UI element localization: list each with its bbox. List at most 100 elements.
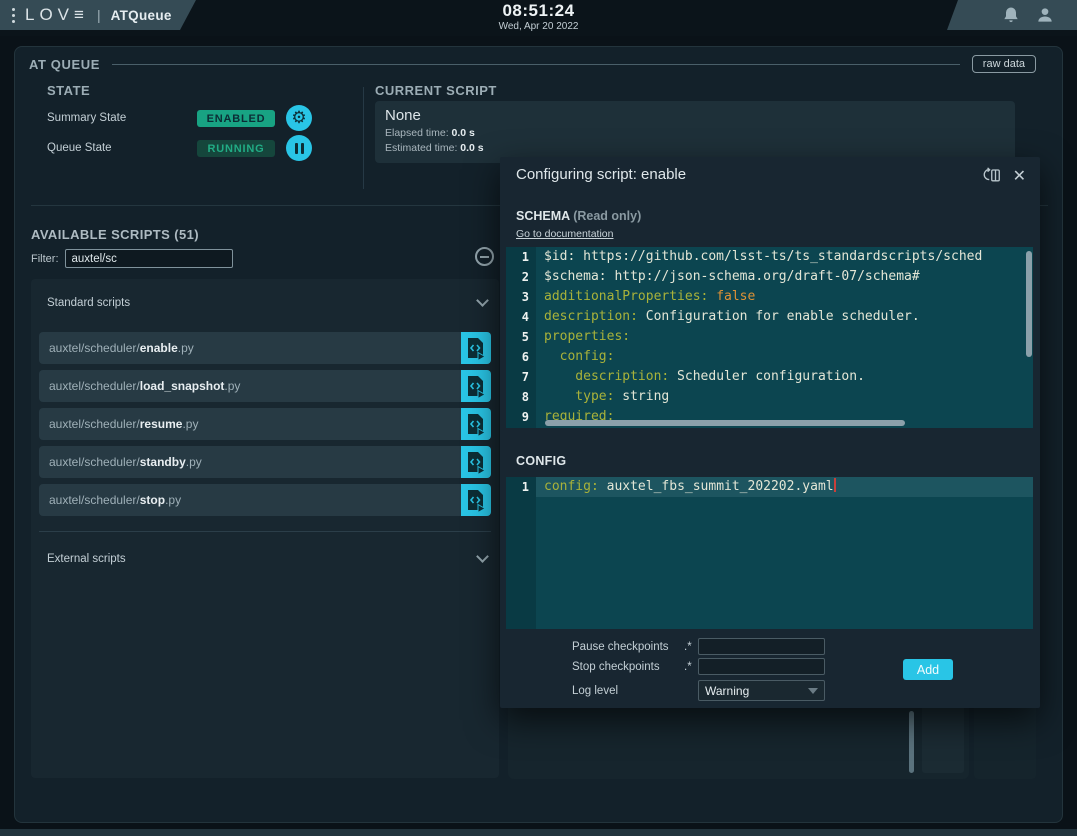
stop-checkpoints-row: Stop checkpoints .* [572,658,825,675]
log-level-select[interactable]: Warning [698,680,825,701]
elapsed-time-value: 0.0 s [452,127,475,139]
footer-bar [0,829,1077,836]
config-code-editor[interactable]: 1config: auxtel_fbs_summit_202202.yaml [506,477,1033,629]
script-path: auxtel/scheduler/standby.py [39,455,461,469]
panel-header: AT QUEUE raw data [29,53,1036,75]
schema-horizontal-scrollbar[interactable] [545,420,905,426]
summary-state-label: Summary State [47,112,126,124]
queue-scrollbar[interactable] [909,711,914,773]
standard-scripts-label: Standard scripts [47,297,130,309]
queue-state-badge: RUNNING [197,140,275,157]
script-path: auxtel/scheduler/load_snapshot.py [39,379,461,393]
queue-state-row: Queue State [47,142,112,154]
clock: 08:51:24 Wed, Apr 20 2022 [0,1,1077,32]
code-line: 1config: auxtel_fbs_summit_202202.yaml [506,477,1033,497]
filter-input[interactable] [65,249,233,268]
schema-heading: SCHEMA (Read only) [516,209,641,223]
elapsed-time-label: Elapsed time: [385,127,449,139]
script-path: auxtel/scheduler/stop.py [39,493,461,507]
current-script-box: None Elapsed time: 0.0 s Estimated time:… [375,101,1015,163]
log-level-row: Log level Warning [572,680,825,701]
script-row-standby: auxtel/scheduler/standby.py [39,446,491,478]
script-row-load-snapshot: auxtel/scheduler/load_snapshot.py [39,370,491,402]
schema-readonly-label: (Read only) [573,209,641,223]
script-path: auxtel/scheduler/enable.py [39,341,461,355]
schema-title: SCHEMA [516,209,570,223]
pause-checkpoints-input[interactable] [698,638,825,655]
code-line: 5properties: [506,327,1033,347]
stop-checkpoints-hint: .* [684,661,698,673]
bell-icon[interactable] [1001,5,1021,25]
launch-script-icon [465,374,487,398]
schema-code-editor[interactable]: 1$id: https://github.com/lsst-ts/ts_stan… [506,247,1033,428]
stop-checkpoints-label: Stop checkpoints [572,661,684,673]
code-line: 8 type: string [506,387,1033,407]
gear-icon: ⚙ [291,110,306,127]
pause-checkpoints-hint: .* [684,641,698,653]
available-scripts-title: AVAILABLE SCRIPTS (51) [31,227,199,242]
code-line: 6 config: [506,347,1033,367]
external-scripts-header[interactable]: External scripts [47,549,487,569]
chevron-down-icon [476,550,489,563]
close-icon[interactable]: ✕ [1013,166,1026,185]
chevron-down-icon [476,294,489,307]
user-icon[interactable] [1035,5,1055,25]
launch-script-button[interactable] [461,446,491,478]
launch-script-icon [465,412,487,436]
queue-background-strip [922,701,964,773]
current-script-name: None [385,107,1005,124]
estimated-time-label: Estimated time: [385,142,457,154]
launch-script-button[interactable] [461,484,491,516]
text-cursor [834,478,836,492]
standard-scripts-header[interactable]: Standard scripts [47,293,487,313]
code-line: 3additionalProperties: false [506,287,1033,307]
chevron-down-icon [808,688,818,694]
stop-checkpoints-input[interactable] [698,658,825,675]
dock-toggle-icon[interactable] [983,165,1003,185]
launch-script-button[interactable] [461,408,491,440]
filter-row: Filter: [31,249,233,268]
atqueue-screen: LOV≡ | ATQueue 08:51:24 Wed, Apr 20 2022… [0,0,1077,836]
pause-icon [295,143,304,154]
launch-script-icon [465,450,487,474]
current-script-title: CURRENT SCRIPT [375,83,497,98]
state-divider [363,87,364,189]
launch-script-icon [465,488,487,512]
code-line: 1$id: https://github.com/lsst-ts/ts_stan… [506,247,1033,267]
launch-script-icon [465,336,487,360]
schema-vertical-scrollbar[interactable] [1026,251,1032,357]
estimated-time-row: Estimated time: 0.0 s [385,142,1005,154]
external-scripts-label: External scripts [47,553,126,565]
launch-script-button[interactable] [461,332,491,364]
config-heading: CONFIG [516,454,566,468]
raw-data-button[interactable]: raw data [972,55,1036,73]
clock-date: Wed, Apr 20 2022 [0,21,1077,32]
state-section-title: STATE [47,83,90,98]
pause-checkpoints-label: Pause checkpoints [572,641,684,653]
panel-title: AT QUEUE [29,57,100,72]
summary-state-config-button[interactable]: ⚙ [286,105,312,131]
elapsed-time-row: Elapsed time: 0.0 s [385,127,1005,139]
collapse-panel-icon[interactable] [475,247,494,266]
script-row-resume: auxtel/scheduler/resume.py [39,408,491,440]
launch-script-button[interactable] [461,370,491,402]
modal-title: Configuring script: enable [516,166,686,183]
log-level-value: Warning [705,684,808,698]
add-button[interactable]: Add [903,659,953,680]
summary-state-row: Summary State [47,112,126,124]
log-level-label: Log level [572,685,684,697]
documentation-link[interactable]: Go to documentation [516,228,613,240]
filter-label: Filter: [31,253,59,265]
script-path: auxtel/scheduler/resume.py [39,417,461,431]
header-rule [112,64,960,65]
scripts-list-panel: Standard scripts auxtel/scheduler/enable… [31,279,499,778]
top-bar: LOV≡ | ATQueue 08:51:24 Wed, Apr 20 2022 [0,0,1077,36]
pause-checkpoints-row: Pause checkpoints .* [572,638,825,655]
topbar-right-tab [947,0,1077,30]
code-line: 4description: Configuration for enable s… [506,307,1033,327]
code-line: 2$schema: http://json-schema.org/draft-0… [506,267,1033,287]
scripts-group-divider [39,531,491,532]
configure-script-modal: Configuring script: enable ✕ SCHEMA (Rea… [500,157,1040,708]
queue-pause-button[interactable] [286,135,312,161]
script-row-enable: auxtel/scheduler/enable.py [39,332,491,364]
